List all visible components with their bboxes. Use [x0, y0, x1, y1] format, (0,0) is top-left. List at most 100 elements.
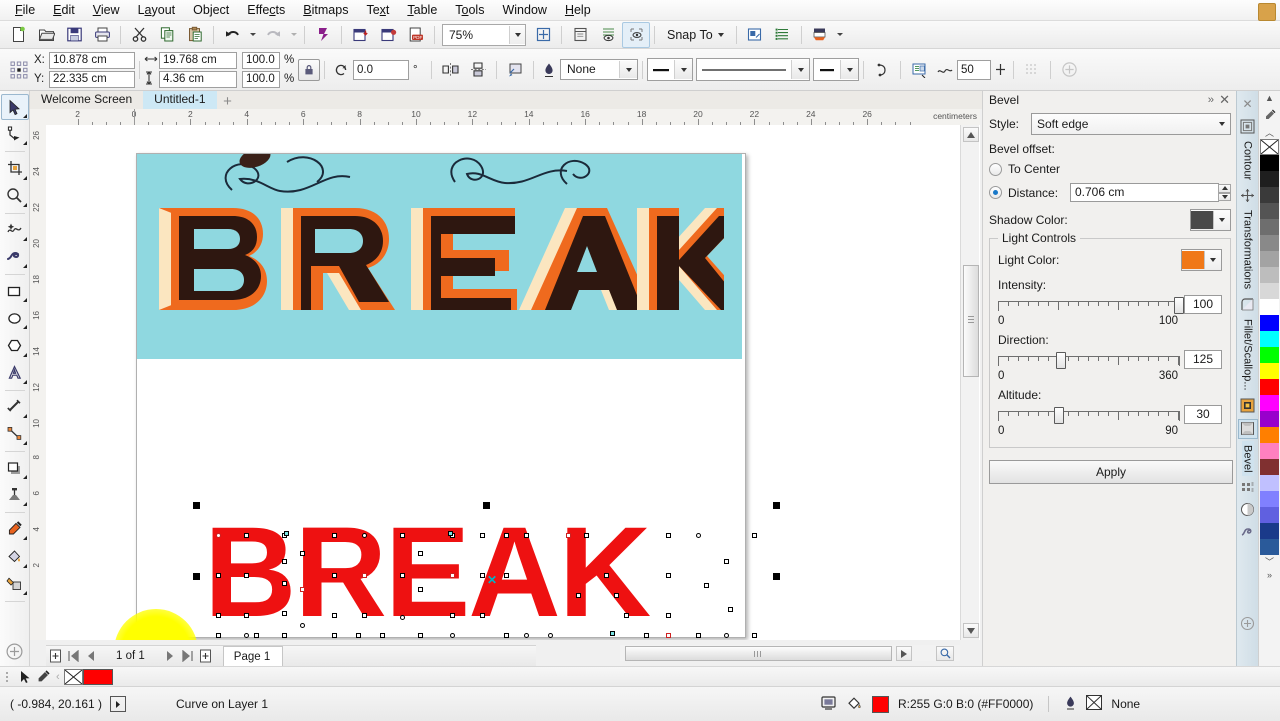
- docker-tab-transformations[interactable]: Transformations: [1242, 206, 1254, 293]
- curve-node[interactable]: [299, 550, 305, 556]
- publish-icon[interactable]: [309, 22, 337, 48]
- bevel-style-caret-icon[interactable]: [1213, 115, 1230, 133]
- shadow-color-swatch[interactable]: [1191, 211, 1213, 229]
- previous-page-icon[interactable]: [82, 647, 100, 665]
- light-color-caret-icon[interactable]: [1204, 251, 1221, 269]
- palette-scroll-up-icon[interactable]: ▲: [1265, 91, 1274, 104]
- new-tab-icon[interactable]: +: [217, 94, 239, 109]
- scroll-right-icon[interactable]: [896, 646, 912, 661]
- curve-node[interactable]: [623, 612, 629, 618]
- full-screen-preview-icon[interactable]: [529, 22, 557, 48]
- snap-preview-icon[interactable]: [622, 21, 650, 48]
- scale-width-field[interactable]: 100.0: [242, 51, 280, 69]
- menu-help[interactable]: Help: [556, 0, 600, 20]
- curve-node[interactable]: [215, 632, 221, 638]
- drawing-canvas[interactable]: BREAK ✕: [46, 125, 980, 640]
- contour-docker-icon[interactable]: [1239, 117, 1257, 135]
- save-icon[interactable]: [60, 22, 88, 48]
- curve-node[interactable]: [547, 632, 553, 638]
- add-effect-icon[interactable]: [1055, 57, 1083, 83]
- curve-node[interactable]: [399, 532, 405, 538]
- drop-shadow-tool[interactable]: [1, 455, 29, 481]
- vertical-scrollbar[interactable]: [960, 125, 979, 640]
- drop-shadow-dropdown-icon[interactable]: [834, 22, 847, 48]
- user-account-icon[interactable]: [1258, 3, 1276, 21]
- curve-node[interactable]: [603, 572, 609, 578]
- y-field[interactable]: 22.335 cm: [49, 70, 135, 88]
- strip-grip[interactable]: [6, 671, 16, 682]
- palette-color-swatch[interactable]: [1260, 251, 1279, 267]
- palette-color-swatch[interactable]: [1260, 539, 1279, 555]
- curve-node[interactable]: [449, 572, 455, 578]
- curve-node[interactable]: [379, 632, 385, 638]
- menu-table[interactable]: Table: [398, 0, 446, 20]
- application-launcher-icon[interactable]: [741, 22, 769, 48]
- shadow-color-picker[interactable]: [1190, 209, 1231, 231]
- polygon-tool[interactable]: [1, 332, 29, 358]
- palette-color-swatch[interactable]: [1260, 427, 1279, 443]
- page-tab-page-1[interactable]: Page 1: [222, 646, 284, 666]
- last-page-icon[interactable]: [179, 647, 197, 665]
- outline-color-none-swatch[interactable]: [63, 668, 83, 685]
- scroll-up-icon[interactable]: [963, 127, 979, 142]
- palette-color-swatch[interactable]: [1260, 331, 1279, 347]
- tab-welcome-screen[interactable]: Welcome Screen: [30, 91, 143, 109]
- status-outline-none-swatch[interactable]: [1086, 695, 1103, 713]
- undo-dropdown-icon[interactable]: [246, 22, 259, 48]
- docker-close-all-icon[interactable]: ✕: [1239, 95, 1257, 113]
- curve-node-selected[interactable]: [283, 530, 289, 536]
- palette-color-swatch[interactable]: [1260, 299, 1279, 315]
- palette-eyedropper-icon[interactable]: [1261, 106, 1279, 124]
- menu-layout[interactable]: Layout: [129, 0, 185, 20]
- menu-window[interactable]: Window: [493, 0, 555, 20]
- status-expand-icon[interactable]: [110, 696, 126, 712]
- open-icon[interactable]: [32, 22, 60, 48]
- distance-stepper[interactable]: [1218, 184, 1231, 201]
- curve-node[interactable]: [355, 632, 361, 638]
- curve-node[interactable]: [751, 532, 757, 538]
- curve-node[interactable]: [281, 580, 287, 586]
- palette-color-swatch[interactable]: [1260, 411, 1279, 427]
- status-fill-swatch[interactable]: [872, 695, 889, 713]
- curve-node[interactable]: [703, 582, 709, 588]
- vertical-ruler[interactable]: 26 24 22 20 18 16 14 12 10 8 6 4 2: [30, 125, 47, 640]
- palette-color-swatch[interactable]: [1260, 443, 1279, 459]
- freehand-tool[interactable]: [1, 217, 29, 243]
- docker-collapse-icon[interactable]: ››: [1208, 94, 1214, 106]
- selection-handle[interactable]: [773, 573, 780, 580]
- wrap-offset-field[interactable]: 50: [957, 59, 991, 80]
- curve-node[interactable]: [479, 572, 485, 578]
- print-icon[interactable]: [88, 22, 116, 48]
- curve-node[interactable]: [665, 532, 671, 538]
- bevel-to-center-row[interactable]: To Center: [989, 162, 1231, 176]
- curve-node[interactable]: [665, 632, 671, 638]
- lens-docker-icon[interactable]: [1239, 500, 1257, 518]
- curve-node[interactable]: [281, 610, 287, 616]
- snap-to-dropdown[interactable]: Snap To: [659, 24, 732, 46]
- cut-icon[interactable]: [125, 22, 153, 48]
- palette-color-swatch[interactable]: [1260, 155, 1279, 171]
- curve-node[interactable]: [361, 572, 367, 578]
- selection-handle[interactable]: [193, 502, 200, 509]
- arrow-style-combo[interactable]: [813, 58, 859, 81]
- curve-node[interactable]: [215, 572, 221, 578]
- docker-add-icon[interactable]: [1239, 614, 1257, 632]
- palette-color-swatch[interactable]: [1260, 315, 1279, 331]
- object-origin-icon[interactable]: [4, 54, 34, 86]
- rectangle-tool[interactable]: [1, 278, 29, 304]
- height-field[interactable]: 4.36 cm: [159, 70, 237, 88]
- ellipse-tool[interactable]: [1, 305, 29, 331]
- quick-customize-tool[interactable]: [1, 639, 29, 665]
- outline-width-combo[interactable]: [647, 58, 693, 81]
- curve-node[interactable]: [417, 586, 423, 592]
- zoom-tool[interactable]: [1, 183, 29, 209]
- altitude-slider[interactable]: [998, 406, 1180, 424]
- curve-node[interactable]: [361, 612, 367, 618]
- color-eyedropper-tool[interactable]: [1, 516, 29, 542]
- zoom-dropdown-icon[interactable]: [509, 25, 525, 44]
- palette-scroll-up2-icon[interactable]: ︿: [1265, 126, 1274, 139]
- palette-expand-icon[interactable]: »: [1267, 568, 1272, 581]
- curve-node[interactable]: [253, 632, 259, 638]
- curve-node[interactable]: [665, 612, 671, 618]
- curve-node[interactable]: [399, 572, 405, 578]
